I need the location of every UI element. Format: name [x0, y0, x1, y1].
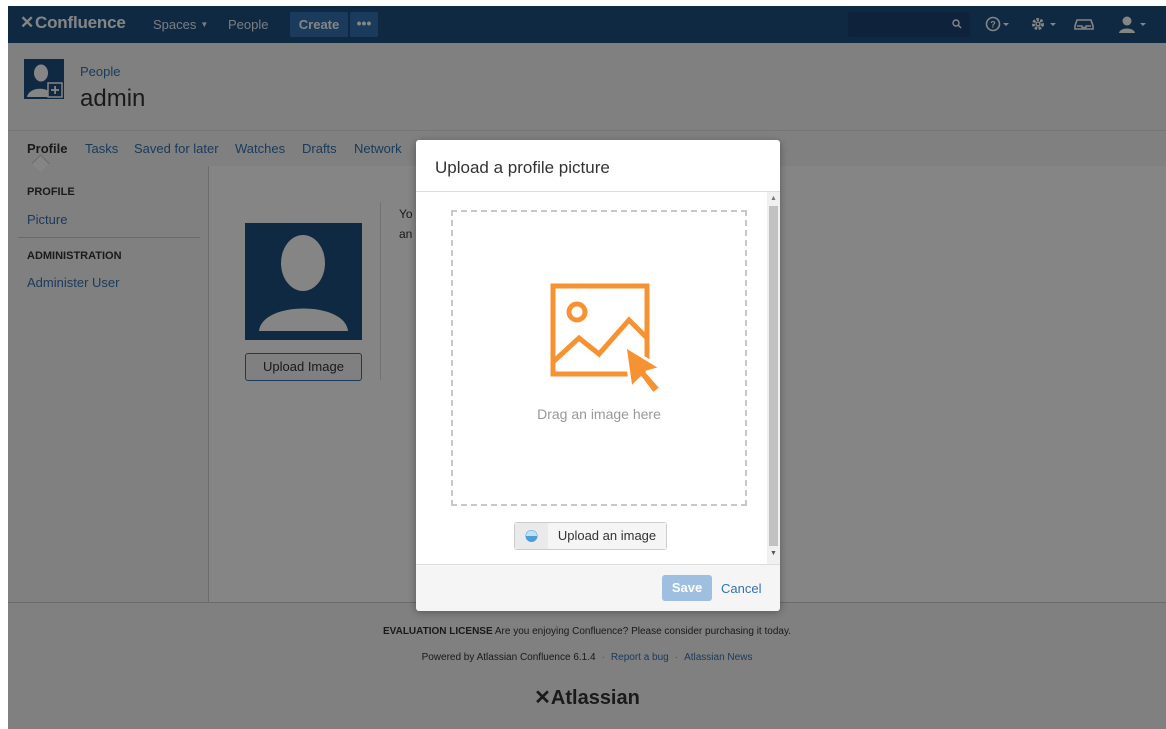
upload-icon — [515, 523, 549, 549]
scrollbar-thumb[interactable] — [769, 206, 778, 546]
upload-profile-picture-dialog: Upload a profile picture Drag an image h… — [416, 140, 780, 611]
dialog-footer: Save Cancel — [416, 564, 780, 611]
dialog-scrollbar[interactable]: ▲ ▼ — [767, 192, 780, 564]
confluence-window: ✕Confluence Spaces ▼ People Create ••• ? … — [8, 6, 1166, 729]
dialog-body: Drag an image here Upload an image — [416, 192, 780, 564]
dialog-header: Upload a profile picture — [416, 140, 780, 192]
upload-an-image-label: Upload an image — [548, 523, 666, 549]
scroll-up-arrow-icon[interactable]: ▲ — [770, 195, 777, 202]
drop-zone-text: Drag an image here — [537, 406, 661, 422]
save-button[interactable]: Save — [662, 575, 712, 601]
dialog-title: Upload a profile picture — [435, 158, 610, 177]
image-drag-icon — [550, 283, 663, 396]
image-drop-zone[interactable]: Drag an image here — [451, 210, 747, 506]
scroll-down-arrow-icon[interactable]: ▼ — [770, 550, 777, 557]
upload-an-image-button[interactable]: Upload an image — [514, 522, 667, 550]
cancel-button[interactable]: Cancel — [721, 581, 761, 596]
